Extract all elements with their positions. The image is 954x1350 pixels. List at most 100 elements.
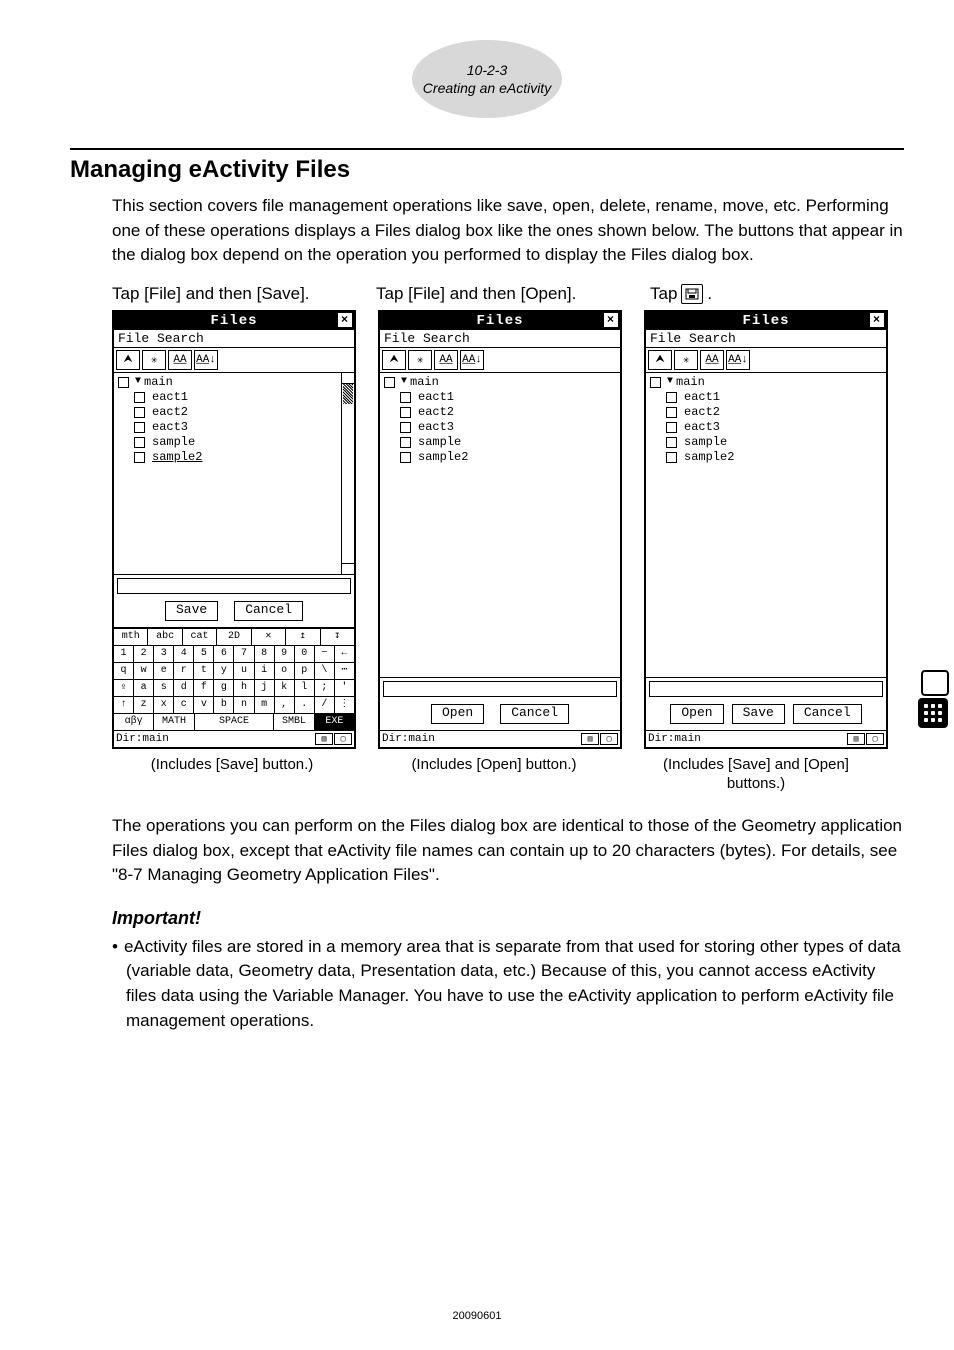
file-row[interactable]: sample2	[118, 450, 340, 465]
kbd-key[interactable]: o	[275, 663, 295, 679]
kbd-tab[interactable]: mth	[114, 629, 148, 645]
new-folder-icon[interactable]: ✳	[408, 350, 432, 370]
kbd-up-icon[interactable]: ↥	[286, 629, 320, 645]
file-row[interactable]: eact2	[118, 405, 340, 420]
kbd-key[interactable]: .	[295, 697, 315, 713]
folder-row[interactable]: ▼ main	[118, 375, 340, 390]
kbd-key[interactable]: h	[234, 680, 254, 696]
kbd-key[interactable]: k	[275, 680, 295, 696]
kbd-key[interactable]: 7	[234, 646, 254, 662]
kbd-key[interactable]: EXE	[315, 714, 354, 730]
kbd-key[interactable]: ;	[315, 680, 335, 696]
file-list[interactable]: ▼ main eact1 eact2 eact3 sample sample2	[380, 373, 620, 497]
search-icon[interactable]: A̲A̲	[434, 350, 458, 370]
close-icon[interactable]: ×	[604, 313, 618, 327]
kbd-key[interactable]: y	[214, 663, 234, 679]
kbd-key[interactable]: i	[255, 663, 275, 679]
save-button[interactable]: Save	[732, 704, 785, 724]
kbd-key[interactable]: w	[134, 663, 154, 679]
file-row[interactable]: eact3	[384, 420, 616, 435]
kbd-tab[interactable]: cat	[183, 629, 217, 645]
folder-row[interactable]: ▼ main	[650, 375, 882, 390]
kbd-key[interactable]: z	[134, 697, 154, 713]
filename-input[interactable]	[117, 578, 351, 594]
kbd-key[interactable]: g	[214, 680, 234, 696]
kbd-tab[interactable]: 2D	[217, 629, 251, 645]
kbd-key[interactable]: ,	[275, 697, 295, 713]
file-row[interactable]: eact2	[384, 405, 616, 420]
open-button[interactable]: Open	[431, 704, 484, 724]
up-folder-icon[interactable]: ⮝	[382, 350, 406, 370]
kbd-key[interactable]: SMBL	[274, 714, 314, 730]
kbd-key[interactable]: q	[114, 663, 134, 679]
kbd-key[interactable]: ⋯	[335, 663, 354, 679]
kbd-key[interactable]: ←	[335, 646, 354, 662]
file-row[interactable]: sample2	[384, 450, 616, 465]
file-row[interactable]: eact1	[384, 390, 616, 405]
kbd-key[interactable]: p	[295, 663, 315, 679]
close-icon[interactable]: ×	[870, 313, 884, 327]
kbd-key[interactable]: /	[315, 697, 335, 713]
kbd-key[interactable]: 0	[295, 646, 315, 662]
filename-input[interactable]	[383, 681, 617, 697]
close-icon[interactable]: ×	[338, 313, 352, 327]
cancel-button[interactable]: Cancel	[234, 601, 303, 621]
kbd-key[interactable]: b	[214, 697, 234, 713]
kbd-tab[interactable]: abc	[148, 629, 182, 645]
kbd-down-icon[interactable]: ↧	[321, 629, 354, 645]
kbd-key[interactable]: \	[315, 663, 335, 679]
kbd-key[interactable]: 1	[114, 646, 134, 662]
kbd-key[interactable]: s	[154, 680, 174, 696]
kbd-key[interactable]: u	[234, 663, 254, 679]
file-row[interactable]: sample	[384, 435, 616, 450]
up-folder-icon[interactable]: ⮝	[648, 350, 672, 370]
file-row[interactable]: eact3	[650, 420, 882, 435]
kbd-key[interactable]: v	[194, 697, 214, 713]
filename-input[interactable]	[649, 681, 883, 697]
kbd-key[interactable]: 4	[174, 646, 194, 662]
file-row[interactable]: eact3	[118, 420, 340, 435]
up-folder-icon[interactable]: ⮝	[116, 350, 140, 370]
file-row[interactable]: eact2	[650, 405, 882, 420]
kbd-key[interactable]: 2	[134, 646, 154, 662]
kbd-key[interactable]: αβγ	[114, 714, 154, 730]
kbd-key[interactable]: r	[174, 663, 194, 679]
kbd-key[interactable]: 6	[214, 646, 234, 662]
kbd-key[interactable]: t	[194, 663, 214, 679]
open-button[interactable]: Open	[670, 704, 723, 724]
kbd-key[interactable]: 3	[154, 646, 174, 662]
save-button[interactable]: Save	[165, 601, 218, 621]
dialog-menubar[interactable]: File Search	[114, 330, 354, 348]
file-row[interactable]: eact1	[650, 390, 882, 405]
kbd-key[interactable]: n	[234, 697, 254, 713]
kbd-key[interactable]: m	[255, 697, 275, 713]
file-list[interactable]: ▼ main eact1 eact2 eact3 sample sample2	[114, 373, 354, 575]
file-row[interactable]: sample	[118, 435, 340, 450]
search-down-icon[interactable]: A̲A̲↓	[460, 350, 484, 370]
dialog-menubar[interactable]: File Search	[380, 330, 620, 348]
search-down-icon[interactable]: A̲A̲↓	[194, 350, 218, 370]
kbd-key[interactable]: 8	[255, 646, 275, 662]
kbd-key[interactable]: l	[295, 680, 315, 696]
cancel-button[interactable]: Cancel	[500, 704, 569, 724]
kbd-key[interactable]: MATH	[154, 714, 194, 730]
kbd-key[interactable]: ⇪	[114, 680, 134, 696]
folder-row[interactable]: ▼ main	[384, 375, 616, 390]
kbd-key[interactable]: e	[154, 663, 174, 679]
kbd-key[interactable]: x	[154, 697, 174, 713]
file-row[interactable]: eact1	[118, 390, 340, 405]
search-icon[interactable]: A̲A̲	[700, 350, 724, 370]
kbd-key[interactable]: ⋮	[335, 697, 354, 713]
kbd-key[interactable]: c	[174, 697, 194, 713]
kbd-key[interactable]: −	[315, 646, 335, 662]
kbd-key[interactable]: '	[335, 680, 354, 696]
search-icon[interactable]: A̲A̲	[168, 350, 192, 370]
kbd-key[interactable]: ↑	[114, 697, 134, 713]
new-folder-icon[interactable]: ✳	[674, 350, 698, 370]
kbd-key[interactable]: d	[174, 680, 194, 696]
kbd-key[interactable]: 5	[194, 646, 214, 662]
kbd-key[interactable]: a	[134, 680, 154, 696]
dialog-menubar[interactable]: File Search	[646, 330, 886, 348]
kbd-key[interactable]: j	[255, 680, 275, 696]
new-folder-icon[interactable]: ✳	[142, 350, 166, 370]
